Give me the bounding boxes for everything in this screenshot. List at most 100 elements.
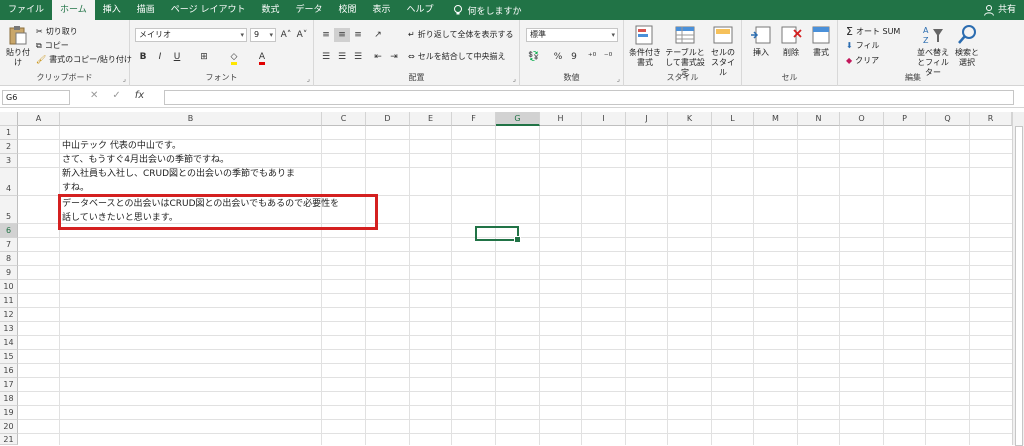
align-middle-icon[interactable]: ≡ — [334, 28, 350, 42]
row-header-12[interactable]: 12 — [0, 308, 18, 322]
cell-b2[interactable]: 中山テック 代表の中山です。 — [62, 139, 181, 153]
enter-icon[interactable]: ✓ — [112, 90, 120, 101]
row-header-15[interactable]: 15 — [0, 350, 18, 364]
dialog-launcher-icon[interactable]: ⌟ — [123, 75, 126, 83]
row-header-13[interactable]: 13 — [0, 322, 18, 336]
tab-file[interactable]: ファイル — [0, 0, 52, 20]
font-color-icon[interactable]: A — [254, 50, 270, 65]
insert-cells-button[interactable]: 挿入 — [748, 24, 774, 58]
scrollbar-thumb[interactable] — [1015, 126, 1023, 446]
row-header-20[interactable]: 20 — [0, 420, 18, 434]
column-header-r[interactable]: R — [970, 112, 1012, 126]
grow-font-icon[interactable]: A˄ — [278, 28, 294, 42]
row-header-21[interactable]: 21 — [0, 434, 18, 445]
align-center-icon[interactable]: ☰ — [334, 50, 350, 64]
worksheet-grid[interactable]: A B C D E F G H I J K L M N O P Q R 1 2 3 4 5 6 7 8 9 10 11 12 13 14 15 1… — [0, 112, 1024, 446]
row-header-3[interactable]: 3 — [0, 154, 18, 168]
increase-decimal-icon[interactable]: ⁺⁰ — [584, 50, 600, 64]
column-header-m[interactable]: M — [754, 112, 798, 126]
column-header-g[interactable]: G — [496, 112, 540, 126]
merge-center-button[interactable]: ⇔ セルを結合して中央揃え — [408, 51, 505, 62]
row-header-6[interactable]: 6 — [0, 224, 18, 238]
bold-button[interactable]: B — [135, 50, 151, 64]
comma-button[interactable]: 9 — [566, 50, 582, 64]
tell-me-box[interactable]: 何をしますか — [442, 4, 522, 17]
tab-review[interactable]: 校閲 — [331, 0, 365, 20]
select-all-corner[interactable] — [0, 112, 18, 126]
column-header-q[interactable]: Q — [926, 112, 970, 126]
paste-button[interactable]: 貼り付け — [4, 24, 32, 68]
row-header-2[interactable]: 2 — [0, 140, 18, 154]
column-header-e[interactable]: E — [410, 112, 452, 126]
share-button[interactable]: 共有 — [983, 0, 1016, 20]
row-header-16[interactable]: 16 — [0, 364, 18, 378]
percent-button[interactable]: % — [550, 50, 566, 64]
tab-formulas[interactable]: 数式 — [253, 0, 287, 20]
fill-button[interactable]: ⬇ フィル — [846, 40, 880, 51]
column-header-c[interactable]: C — [322, 112, 366, 126]
column-header-l[interactable]: L — [712, 112, 754, 126]
conditional-formatting-button[interactable]: 条件付き書式 — [628, 24, 662, 68]
find-select-button[interactable]: 検索と選択 — [952, 24, 982, 68]
name-box[interactable]: G6 — [2, 90, 70, 105]
row-header-10[interactable]: 10 — [0, 280, 18, 294]
decrease-indent-icon[interactable]: ⇤ — [370, 50, 386, 64]
dialog-launcher-icon[interactable]: ⌟ — [307, 75, 310, 83]
column-header-i[interactable]: I — [582, 112, 626, 126]
vertical-scrollbar[interactable] — [1012, 112, 1024, 446]
row-header-1[interactable]: 1 — [0, 126, 18, 140]
tab-help[interactable]: ヘルプ — [399, 0, 442, 20]
font-size-combo[interactable]: 9 ▾ — [250, 28, 276, 42]
column-header-p[interactable]: P — [884, 112, 926, 126]
row-header-5[interactable]: 5 — [0, 196, 18, 224]
row-header-8[interactable]: 8 — [0, 252, 18, 266]
row-header-4[interactable]: 4 — [0, 168, 18, 196]
column-header-b[interactable]: B — [60, 112, 322, 126]
tab-draw[interactable]: 描画 — [129, 0, 163, 20]
orientation-icon[interactable]: ↗ — [370, 28, 386, 42]
italic-button[interactable]: I — [152, 50, 168, 64]
dialog-launcher-icon[interactable]: ⌟ — [513, 75, 516, 83]
wrap-text-button[interactable]: ↵ 折り返して全体を表示する — [408, 29, 513, 40]
column-header-f[interactable]: F — [452, 112, 496, 126]
border-icon[interactable]: ⊞ — [196, 50, 212, 64]
currency-icon[interactable]: 💱 — [526, 50, 542, 64]
row-header-17[interactable]: 17 — [0, 378, 18, 392]
insert-function-icon[interactable]: fx — [135, 90, 144, 101]
format-as-table-button[interactable]: テーブルとして書式設定 — [664, 24, 706, 78]
tab-view[interactable]: 表示 — [365, 0, 399, 20]
underline-button[interactable]: U — [169, 50, 185, 64]
tab-home[interactable]: ホーム — [52, 0, 95, 20]
row-header-19[interactable]: 19 — [0, 406, 18, 420]
row-header-18[interactable]: 18 — [0, 392, 18, 406]
row-header-14[interactable]: 14 — [0, 336, 18, 350]
active-cell-g6[interactable] — [475, 226, 521, 243]
column-header-j[interactable]: J — [626, 112, 668, 126]
column-header-h[interactable]: H — [540, 112, 582, 126]
sort-filter-button[interactable]: AZ 並べ替えとフィルター — [916, 24, 950, 78]
column-header-a[interactable]: A — [18, 112, 60, 126]
formula-input[interactable] — [164, 90, 1014, 105]
decrease-decimal-icon[interactable]: ⁻⁰ — [600, 50, 616, 64]
clear-button[interactable]: ◆ クリア — [846, 55, 879, 66]
tab-page-layout[interactable]: ページ レイアウト — [163, 0, 254, 20]
align-left-icon[interactable]: ☰ — [318, 50, 334, 64]
shrink-font-icon[interactable]: A˅ — [294, 28, 310, 42]
cell-b4-line1[interactable]: 新入社員も入社し、CRUD図との出会いの季節でもありま — [62, 167, 295, 181]
cancel-icon[interactable]: ✕ — [90, 90, 98, 101]
row-header-11[interactable]: 11 — [0, 294, 18, 308]
cell-b4-line2[interactable]: すね。 — [62, 181, 89, 195]
format-painter-button[interactable]: 🖌 書式のコピー/貼り付け — [36, 54, 132, 65]
tab-data[interactable]: データ — [287, 0, 330, 20]
fill-color-icon[interactable]: ◇ — [226, 50, 242, 65]
align-top-icon[interactable]: ≡ — [318, 28, 334, 42]
column-header-n[interactable]: N — [798, 112, 840, 126]
delete-cells-button[interactable]: 削除 — [778, 24, 804, 58]
column-header-k[interactable]: K — [668, 112, 712, 126]
column-header-d[interactable]: D — [366, 112, 410, 126]
row-header-7[interactable]: 7 — [0, 238, 18, 252]
font-name-combo[interactable]: メイリオ ▾ — [135, 28, 247, 42]
cell-styles-button[interactable]: セルのスタイル — [708, 24, 738, 78]
copy-button[interactable]: ⧉ コピー — [36, 40, 69, 51]
column-header-o[interactable]: O — [840, 112, 884, 126]
